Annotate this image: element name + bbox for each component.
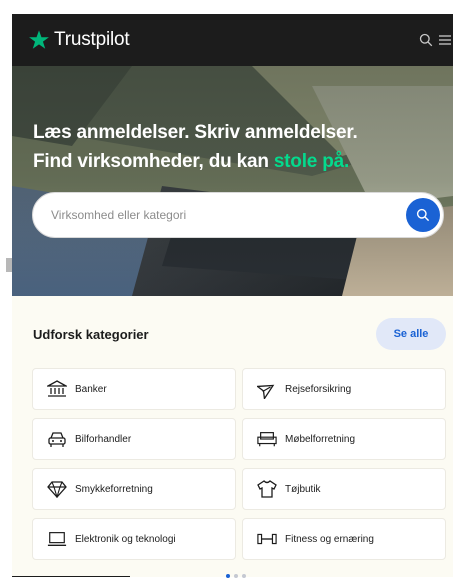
car-icon [47,429,67,449]
pagination-dot[interactable] [242,574,246,578]
see-all-button[interactable]: Se alle [376,318,446,350]
hero-banner: Læs anmeldelser. Skriv anmeldelser. Find… [12,66,453,296]
category-card-elektronik[interactable]: Elektronik og teknologi [32,518,236,560]
dumbbell-icon [257,529,277,549]
category-label: Banker [75,383,107,395]
category-label: Bilforhandler [75,433,132,445]
diamond-icon [47,479,67,499]
top-nav: Trustpilot [12,14,453,66]
hero-line-2: Find virksomheder, du kan stole på. [33,147,433,176]
category-label: Fitness og ernæring [285,533,374,545]
category-label: Tøjbutik [285,483,321,495]
search-icon[interactable] [413,27,439,53]
hero-accent-text: stole på. [273,151,350,172]
section-title: Udforsk kategorier [33,327,149,342]
trustpilot-logo[interactable]: Trustpilot [28,29,130,51]
category-card-tojbutik[interactable]: Tøjbutik [242,468,446,510]
sofa-icon [257,429,277,449]
category-label: Møbelforretning [285,433,356,445]
category-card-banker[interactable]: Banker [32,368,236,410]
pagination-dot-active[interactable] [226,574,230,578]
category-card-mobelforretning[interactable]: Møbelforretning [242,418,446,460]
category-label: Rejseforsikring [285,383,352,395]
search-button[interactable] [406,198,440,232]
plane-icon [257,379,277,399]
hero-overlay [12,66,453,296]
hero-headline: Læs anmeldelser. Skriv anmeldelser. Find… [33,118,433,176]
category-card-rejseforsikring[interactable]: Rejseforsikring [242,368,446,410]
search-bar [32,192,444,238]
search-icon [416,208,430,222]
search-input[interactable] [51,208,391,222]
categories-section: Udforsk kategorier Se alle Banker Rejsef… [12,296,453,577]
laptop-icon [47,529,67,549]
bottom-divider [12,576,130,577]
menu-icon[interactable] [439,27,453,53]
category-card-fitness[interactable]: Fitness og ernæring [242,518,446,560]
category-label: Smykkeforretning [75,483,153,495]
star-icon [29,30,49,49]
category-card-bilforhandler[interactable]: Bilforhandler [32,418,236,460]
bank-icon [47,379,67,399]
hero-line-2-text: Find virksomheder, du kan [33,151,274,172]
pagination-dot[interactable] [234,574,238,578]
category-card-smykkeforretning[interactable]: Smykkeforretning [32,468,236,510]
shirt-icon [257,479,277,499]
brand-name: Trustpilot [54,29,130,50]
hero-line-1: Læs anmeldelser. Skriv anmeldelser. [33,122,358,143]
category-label: Elektronik og teknologi [75,533,176,545]
mobile-page: Trustpilot Læs anmeldelser. Skriv anmeld… [12,14,453,577]
